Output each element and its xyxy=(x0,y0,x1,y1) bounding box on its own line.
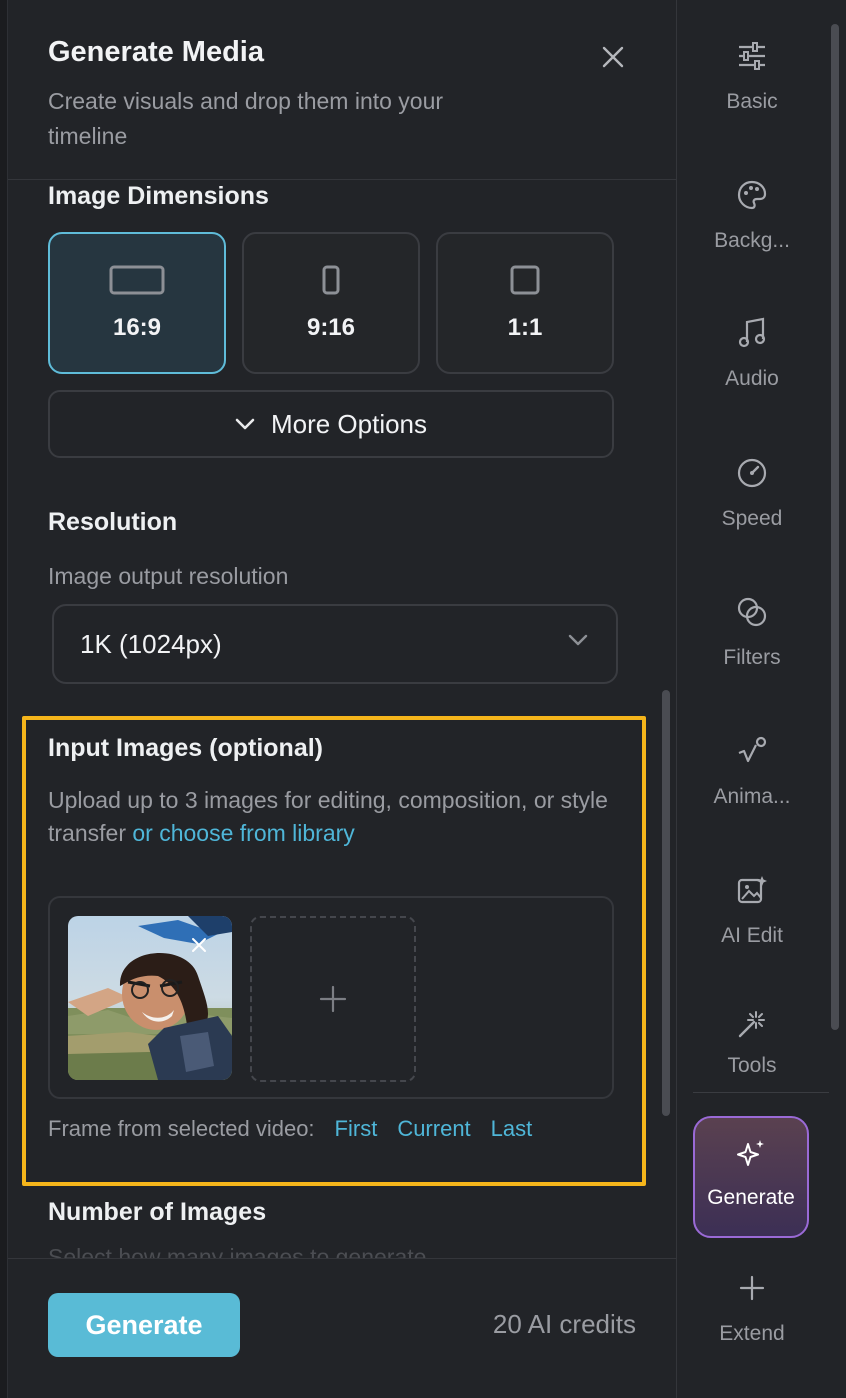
dimension-label: 1:1 xyxy=(507,314,543,341)
rail-item-audio[interactable]: Audio xyxy=(677,313,827,391)
input-image-thumbnail[interactable] xyxy=(68,916,232,1080)
palette-icon xyxy=(737,180,767,210)
rail-label: Tools xyxy=(727,1054,777,1072)
left-edge xyxy=(0,0,8,1398)
dimension-options: 16:9 9:16 1:1 xyxy=(48,232,614,374)
rail-item-basic[interactable]: Basic xyxy=(677,36,827,114)
rail-generate-label: Generate xyxy=(707,1186,795,1209)
rail-item-background[interactable]: Backg... xyxy=(677,175,827,253)
input-images-title: Input Images (optional) xyxy=(48,734,323,762)
frame-from-video-row: Frame from selected video: First Current… xyxy=(48,1116,532,1142)
input-images-description: Upload up to 3 images for editing, compo… xyxy=(48,784,628,850)
rail-label: Anima... xyxy=(713,785,791,808)
panel-scrollbar[interactable] xyxy=(662,690,670,1116)
right-tool-rail: Basic Backg... Audio Speed Filters Anima… xyxy=(676,0,846,1398)
speedometer-icon xyxy=(737,458,767,488)
landscape-icon xyxy=(109,265,165,295)
square-icon xyxy=(510,265,540,295)
rail-extend-label: Extend xyxy=(719,1322,785,1345)
generate-media-panel: Generate Media Create visuals and drop t… xyxy=(8,0,676,1398)
frame-current-link[interactable]: Current xyxy=(397,1116,470,1142)
dimension-16-9[interactable]: 16:9 xyxy=(48,232,226,374)
rail-item-ai-edit[interactable]: AI Edit xyxy=(677,870,827,948)
ai-image-edit-icon xyxy=(737,876,767,904)
ai-credits: 20 AI credits xyxy=(492,1309,636,1339)
panel-subtitle: Create visuals and drop them into your t… xyxy=(48,88,444,149)
frame-first-link[interactable]: First xyxy=(335,1116,378,1142)
plus-icon xyxy=(319,985,347,1013)
dimension-label: 16:9 xyxy=(112,314,162,341)
rail-label: Audio xyxy=(725,367,779,390)
close-icon xyxy=(602,46,624,68)
filters-icon xyxy=(737,597,767,627)
resolution-label: Image output resolution xyxy=(48,563,289,589)
more-options-button[interactable]: More Options xyxy=(48,390,614,458)
portrait-icon xyxy=(322,265,340,295)
rail-item-extend[interactable]: Extend xyxy=(677,1268,827,1346)
dimensions-title: Image Dimensions xyxy=(48,182,269,210)
dimension-label: 9:16 xyxy=(306,314,356,341)
rail-label: Backg... xyxy=(714,229,790,252)
rail-item-animation[interactable]: Anima... xyxy=(677,731,827,809)
choose-from-library-link[interactable]: or choose from library xyxy=(132,820,354,846)
rail-label: AI Edit xyxy=(721,924,783,947)
panel-title: Generate Media xyxy=(48,36,264,68)
rail-generate-button[interactable]: Generate xyxy=(693,1116,809,1238)
magic-wand-icon xyxy=(738,1011,765,1038)
frame-label: Frame from selected video: xyxy=(48,1116,315,1141)
add-image-slot[interactable] xyxy=(250,916,416,1082)
dimension-1-1[interactable]: 1:1 xyxy=(436,232,614,374)
generate-button[interactable]: Generate xyxy=(48,1293,240,1357)
close-button[interactable] xyxy=(596,40,630,74)
rail-item-tools[interactable]: Tools xyxy=(677,1008,827,1072)
rail-item-speed[interactable]: Speed xyxy=(677,453,827,531)
chevron-down-icon xyxy=(235,418,255,430)
input-image-dropzone xyxy=(48,896,614,1099)
close-icon xyxy=(192,938,206,952)
dimension-9-16[interactable]: 9:16 xyxy=(242,232,420,374)
plus-icon xyxy=(739,1275,765,1301)
rail-label: Speed xyxy=(721,507,783,530)
panel-footer: Generate 20 AI credits xyxy=(8,1258,676,1398)
chevron-down-icon xyxy=(568,634,588,646)
frame-last-link[interactable]: Last xyxy=(491,1116,533,1142)
more-options-label: More Options xyxy=(270,408,428,439)
rail-label: Filters xyxy=(723,646,781,669)
resolution-select[interactable]: 1K (1024px) xyxy=(52,604,618,684)
rail-label: Basic xyxy=(726,90,778,113)
rail-item-filters[interactable]: Filters xyxy=(677,592,827,670)
music-note-icon xyxy=(738,317,766,348)
animation-icon xyxy=(738,736,767,763)
rail-scrollbar[interactable] xyxy=(831,24,839,1030)
rail-generate-icon-wrap xyxy=(734,1138,768,1172)
sliders-icon xyxy=(739,42,765,70)
remove-image-button[interactable] xyxy=(182,928,216,962)
panel-header: Generate Media Create visuals and drop t… xyxy=(8,0,676,180)
resolution-value: 1K (1024px) xyxy=(80,628,222,659)
sparkles-icon xyxy=(737,1140,764,1166)
number-of-images-title: Number of Images xyxy=(48,1198,267,1226)
resolution-title: Resolution xyxy=(48,508,178,536)
rail-divider xyxy=(693,1092,829,1093)
